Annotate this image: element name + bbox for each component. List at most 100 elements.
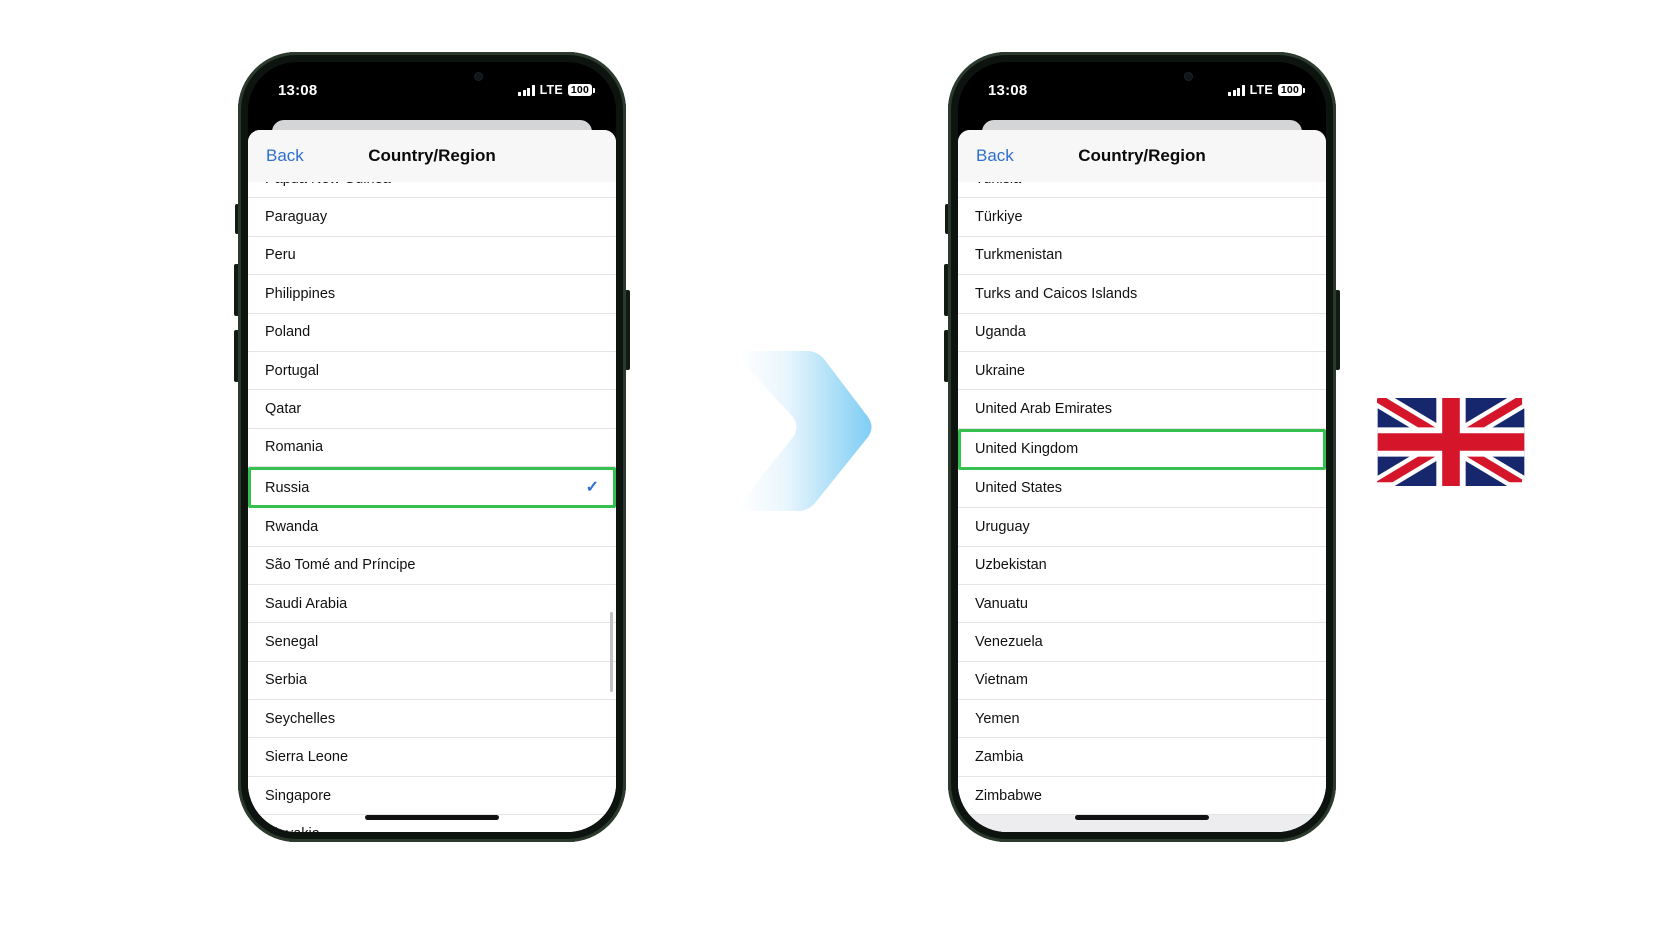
country-row[interactable]: Peru <box>248 236 616 276</box>
battery-icon: 100 <box>1277 84 1306 96</box>
country-label: Senegal <box>265 633 319 650</box>
country-label: Papua New Guinea <box>265 182 602 187</box>
country-label: Vietnam <box>975 672 1028 689</box>
country-row[interactable]: Philippines <box>248 275 616 314</box>
country-label: Venezuela <box>975 633 1043 650</box>
volume-up-button[interactable] <box>944 264 949 316</box>
country-label: Seychelles <box>265 710 336 727</box>
country-row[interactable]: Papua New Guinea <box>248 182 616 199</box>
country-label: Zimbabwe <box>975 787 1042 804</box>
country-region-sheet: Back Country/Region Tunisia Türkiye Turkme… <box>958 130 1326 832</box>
volume-up-button[interactable] <box>234 264 239 316</box>
network-type-label: LTE <box>539 83 563 97</box>
country-label: Poland <box>265 324 311 341</box>
country-label: São Tomé and Príncipe <box>265 557 416 574</box>
country-label: Slovakia <box>265 826 602 832</box>
country-label: United Arab Emirates <box>975 401 1113 418</box>
country-label: Serbia <box>265 672 307 689</box>
volume-down-button[interactable] <box>944 330 949 382</box>
status-time: 13:08 <box>278 81 318 99</box>
country-row[interactable]: Turkmenistan <box>958 236 1326 276</box>
country-label: Philippines <box>265 285 336 302</box>
country-row[interactable]: United States <box>958 469 1326 509</box>
notch <box>348 62 516 92</box>
country-label: Vanuatu <box>975 595 1028 612</box>
country-label: Uganda <box>975 324 1026 341</box>
phone-device-after: 13:08 LTE 100 Back Country/Region Tunisi… <box>944 52 1340 842</box>
country-row[interactable]: Yemen <box>958 700 1326 739</box>
country-row[interactable]: Tunisia <box>958 182 1326 199</box>
country-label: Qatar <box>265 401 302 418</box>
country-row[interactable]: Uruguay <box>958 508 1326 547</box>
country-row[interactable]: Uganda <box>958 313 1326 352</box>
country-row[interactable]: Vanuatu <box>958 584 1326 624</box>
country-label: United Kingdom <box>975 441 1079 458</box>
cellular-bars-icon <box>1228 85 1245 96</box>
country-row[interactable]: Portugal <box>248 351 616 391</box>
country-label: Portugal <box>265 362 320 379</box>
country-label: Rwanda <box>265 518 319 535</box>
back-button[interactable]: Back <box>976 146 1014 166</box>
country-row[interactable]: Singapore <box>248 776 616 816</box>
country-row[interactable]: Ukraine <box>958 351 1326 391</box>
network-type-label: LTE <box>1249 83 1273 97</box>
country-row[interactable]: Saudi Arabia <box>248 584 616 624</box>
country-row[interactable]: Serbia <box>248 661 616 701</box>
country-row[interactable]: Paraguay <box>248 198 616 237</box>
back-button[interactable]: Back <box>266 146 304 166</box>
country-label: Paraguay <box>265 209 328 226</box>
mute-switch[interactable] <box>945 204 949 234</box>
front-camera-icon <box>1185 73 1192 80</box>
front-camera-icon <box>475 73 482 80</box>
phone-device-before: 13:08 LTE 100 Back Country/Region Papua … <box>234 52 630 842</box>
volume-down-button[interactable] <box>234 330 239 382</box>
country-row[interactable]: Romania <box>248 428 616 468</box>
navigation-bar: Back Country/Region <box>248 130 616 182</box>
country-list-after[interactable]: Tunisia Türkiye Turkmenistan Turks and Caic… <box>958 182 1326 832</box>
notch <box>1058 62 1226 92</box>
mute-switch[interactable] <box>235 204 239 234</box>
country-label: Sierra Leone <box>265 749 349 766</box>
power-button[interactable] <box>625 290 630 370</box>
country-row[interactable]: Qatar <box>248 390 616 429</box>
transition-arrow <box>735 345 875 515</box>
country-label: Tunisia <box>975 182 1312 187</box>
country-row[interactable]: Uzbekistan <box>958 546 1326 585</box>
country-row[interactable]: United Arab Emirates <box>958 390 1326 429</box>
country-region-sheet: Back Country/Region Papua New Guinea Para… <box>248 130 616 832</box>
checkmark-icon: ✓ <box>585 478 599 496</box>
phone-screen-after: 13:08 LTE 100 Back Country/Region Tunisi… <box>958 62 1326 832</box>
country-row[interactable]: Venezuela <box>958 623 1326 662</box>
power-button[interactable] <box>1335 290 1340 370</box>
country-label: Peru <box>265 247 296 264</box>
country-row[interactable]: Türkiye <box>958 198 1326 237</box>
country-label: Uruguay <box>975 518 1030 535</box>
country-row[interactable]: Rwanda <box>248 508 616 547</box>
scroll-indicator[interactable] <box>610 612 613 692</box>
status-time: 13:08 <box>988 81 1028 99</box>
country-row[interactable]: Senegal <box>248 623 616 662</box>
country-list-before[interactable]: Papua New Guinea Paraguay Peru Philippines P… <box>248 182 616 832</box>
country-label: Yemen <box>975 710 1020 727</box>
chevron-right-arrow-icon <box>739 351 872 511</box>
phone-screen-before: 13:08 LTE 100 Back Country/Region Papua … <box>248 62 616 832</box>
country-label: Zambia <box>975 749 1024 766</box>
country-label: Uzbekistan <box>975 557 1047 574</box>
country-row[interactable]: Turks and Caicos Islands <box>958 275 1326 314</box>
home-indicator[interactable] <box>365 815 499 820</box>
country-label: Ukraine <box>975 362 1025 379</box>
navigation-bar: Back Country/Region <box>958 130 1326 182</box>
country-row[interactable]: Poland <box>248 313 616 352</box>
country-row[interactable]: São Tomé and Príncipe <box>248 546 616 585</box>
united-kingdom-flag-icon <box>1377 398 1525 486</box>
country-row[interactable]: Zimbabwe <box>958 776 1326 816</box>
home-indicator[interactable] <box>1075 815 1209 820</box>
country-row[interactable]: Sierra Leone <box>248 738 616 777</box>
country-row[interactable]: Seychelles <box>248 700 616 739</box>
country-row-selected[interactable]: Russia ✓ <box>248 467 616 509</box>
country-row-selected[interactable]: United Kingdom <box>958 428 1326 470</box>
country-row[interactable]: Zambia <box>958 738 1326 777</box>
country-label: Russia <box>265 479 310 496</box>
country-label: Türkiye <box>975 209 1023 226</box>
country-row[interactable]: Vietnam <box>958 661 1326 701</box>
